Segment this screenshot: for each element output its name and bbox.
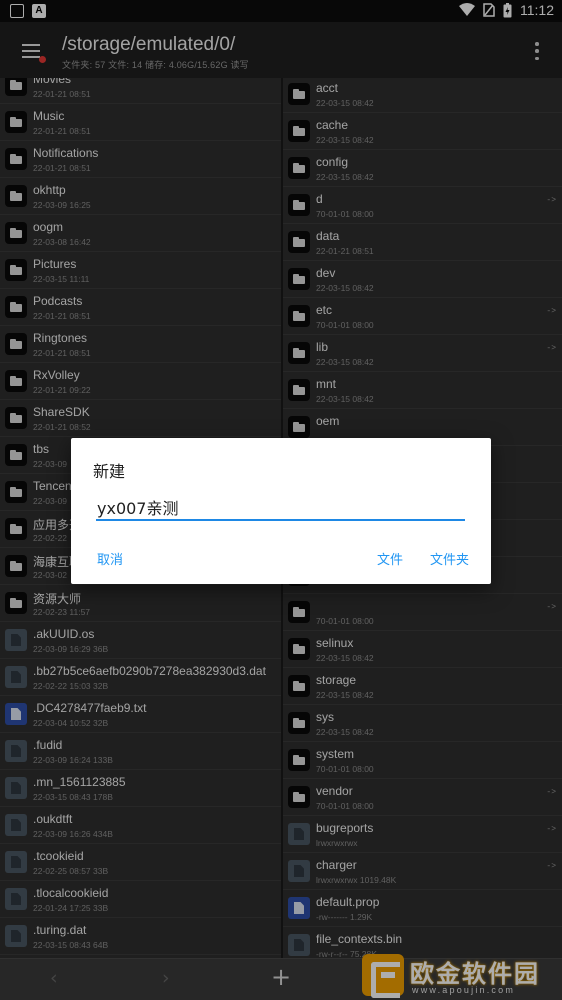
create-file-button[interactable]: 文件	[377, 549, 403, 568]
new-item-dialog: 新建 取消 文件 文件夹	[71, 438, 491, 584]
cancel-button[interactable]: 取消	[97, 549, 123, 568]
name-input[interactable]	[96, 495, 465, 521]
create-folder-button[interactable]: 文件夹	[430, 549, 469, 568]
dialog-title: 新建	[93, 462, 126, 481]
